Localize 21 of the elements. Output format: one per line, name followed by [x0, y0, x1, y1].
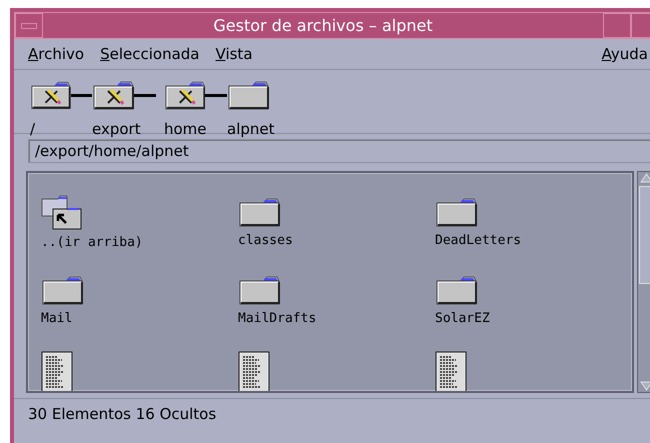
- file-name[interactable]: SolarEZ: [435, 311, 490, 326]
- breadcrumb-label[interactable]: home: [164, 120, 227, 138]
- window-title: Gestor de archivos – alpnet: [212, 16, 434, 35]
- menu-item[interactable]: Vista: [216, 45, 253, 69]
- file-name[interactable]: Mail: [41, 311, 72, 326]
- breadcrumb-label[interactable]: /: [30, 120, 92, 138]
- document-icon[interactable]: [238, 351, 270, 391]
- breadcrumb-label[interactable]: alpnet: [227, 120, 650, 138]
- document-icon[interactable]: [435, 351, 467, 391]
- file-name[interactable]: ..(ir arriba): [41, 235, 143, 250]
- menu-item[interactable]: Seleccionada: [100, 45, 200, 69]
- menu-item[interactable]: Ayuda: [602, 45, 648, 69]
- breadcrumb-label[interactable]: export: [92, 120, 164, 138]
- document-icon[interactable]: [41, 351, 73, 391]
- file-name[interactable]: MailDrafts: [238, 311, 316, 326]
- file-name[interactable]: classes: [238, 233, 293, 248]
- status-bar: 30 Elementos 16 Ocultos: [14, 398, 650, 429]
- file-name[interactable]: DeadLetters: [435, 233, 522, 248]
- parent-folder-icon[interactable]: [41, 195, 83, 231]
- path-field[interactable]: /export/home/alpnet: [28, 139, 650, 163]
- menu-item[interactable]: Archivo: [28, 45, 84, 69]
